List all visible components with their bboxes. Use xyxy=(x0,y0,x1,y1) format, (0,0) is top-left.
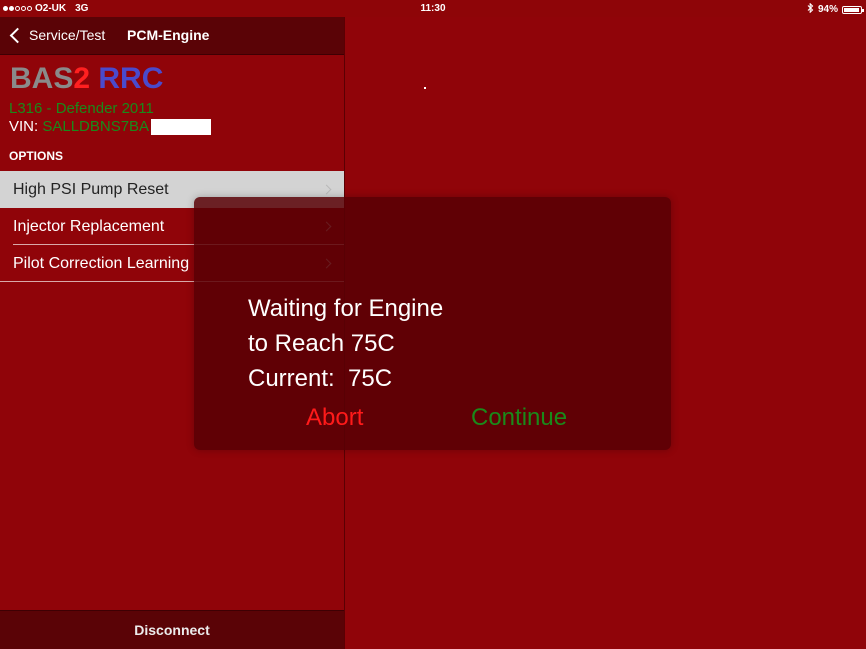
option-label: High PSI Pump Reset xyxy=(13,181,169,198)
chevron-right-icon xyxy=(321,184,332,195)
dialog-line-1: Waiting for Engine xyxy=(248,295,444,322)
disconnect-button[interactable]: Disconnect xyxy=(0,611,344,649)
detail-dot xyxy=(424,87,426,89)
status-time: 11:30 xyxy=(420,3,446,14)
vehicle-vin: VIN: SALLDBNS7BA xyxy=(9,118,212,135)
options-header: OPTIONS xyxy=(9,149,64,163)
vin-label: VIN: xyxy=(9,118,43,135)
app-screen: O2-UK 3G 11:30 94% Service/Test PCM-Engi… xyxy=(0,0,866,649)
battery-level xyxy=(844,7,859,12)
engine-temp-dialog: Waiting for Engine to Reach 75C Current:… xyxy=(194,197,671,450)
battery-icon xyxy=(842,5,864,14)
logo-part-bas: BAS xyxy=(10,62,74,95)
battery-percent: 94% xyxy=(817,4,838,15)
vin-value: SALLDBNS7BA xyxy=(42,118,150,135)
navigation-bar: Service/Test PCM-Engine xyxy=(0,17,344,55)
dialog-line-2: to Reach 75C xyxy=(248,330,395,357)
vehicle-model: L316 - Defender 2011 xyxy=(9,100,154,117)
bottom-toolbar: Disconnect xyxy=(0,610,344,649)
chevron-left-icon xyxy=(9,27,26,43)
back-button[interactable]: Service/Test xyxy=(9,27,106,43)
dialog-line-3: Current: 75C xyxy=(248,365,393,392)
abort-button[interactable]: Abort xyxy=(306,404,363,432)
option-label: Pilot Correction Learning xyxy=(13,255,190,272)
logo-part-2: 2 xyxy=(73,62,91,95)
dialog-message: Waiting for Engine to Reach 75C Current:… xyxy=(248,291,443,396)
back-button-label: Service/Test xyxy=(29,27,106,43)
vin-redaction xyxy=(151,118,212,135)
option-label: Injector Replacement xyxy=(13,218,165,235)
bluetooth-icon xyxy=(807,2,814,16)
nav-title: PCM-Engine xyxy=(127,27,210,43)
app-logo: BAS2 RRC xyxy=(10,62,163,96)
logo-part-rrc: RRC xyxy=(90,62,164,95)
status-right: 94% xyxy=(807,2,864,16)
status-bar: O2-UK 3G 11:30 94% xyxy=(0,0,866,17)
continue-button[interactable]: Continue xyxy=(471,404,567,432)
